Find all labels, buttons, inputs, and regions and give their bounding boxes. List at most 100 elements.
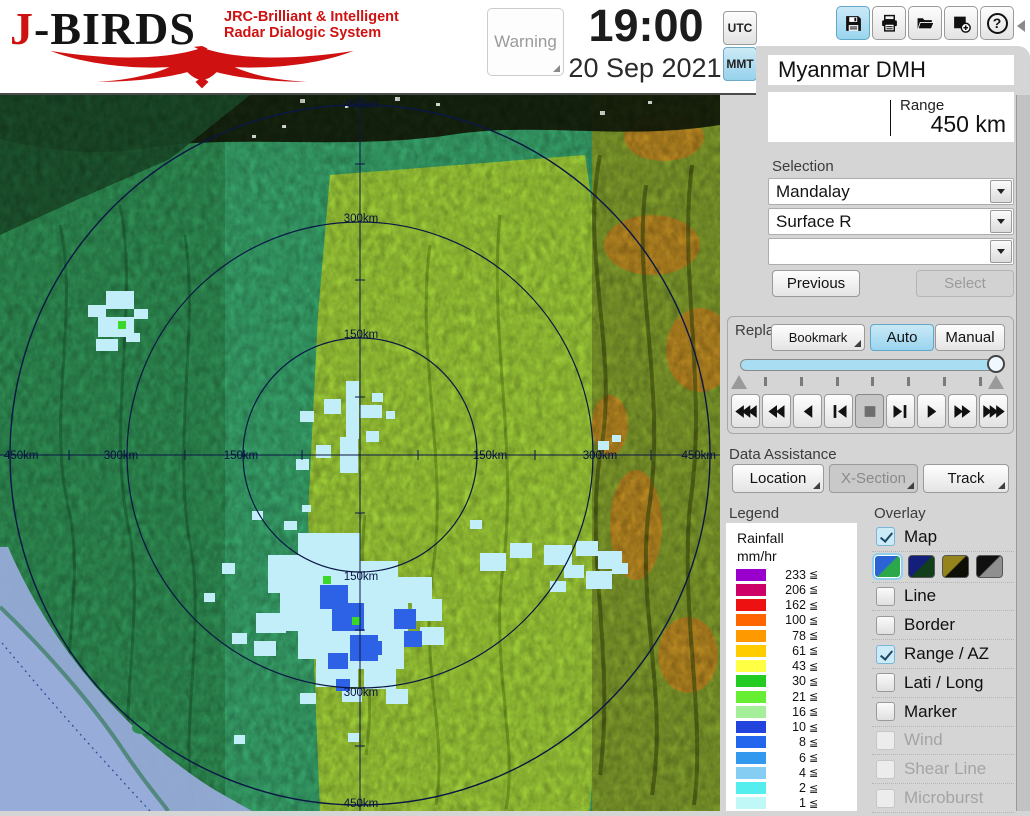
clock-time: 19:00 <box>588 0 704 51</box>
bookmark-button[interactable]: Bookmark <box>771 324 865 351</box>
station-title: Myanmar DMH <box>768 55 1014 85</box>
playback-fwd3-button[interactable] <box>979 394 1008 428</box>
select-button[interactable]: Select <box>916 270 1014 297</box>
overlay-item-label: Marker <box>904 701 957 721</box>
overlay-item-label: Line <box>904 586 937 606</box>
overlay-row-microburst: Microburst <box>872 784 1014 813</box>
legend-row: 43 ≦ <box>726 659 857 674</box>
playback-rew3-button[interactable] <box>731 394 760 428</box>
legend-operator: ≦ <box>809 584 819 597</box>
playback-fwd2-icon <box>953 404 970 418</box>
legend-value: 233 <box>785 567 806 582</box>
overlay-row-line: Line <box>872 583 1014 612</box>
overlay-row-wind: Wind <box>872 727 1014 756</box>
help-icon: ? <box>986 12 1008 34</box>
legend-value: 30 <box>792 674 806 689</box>
legend-row: 78 ≦ <box>726 628 857 643</box>
legend-value: 10 <box>792 720 806 735</box>
save-icon <box>845 15 861 31</box>
overlay-checkbox-map[interactable] <box>876 527 895 547</box>
overlay-checkbox-wind <box>876 730 895 750</box>
overlay-checkbox-range-az[interactable] <box>876 644 895 664</box>
playback-playL-button[interactable] <box>793 394 822 428</box>
legend-color-swatch <box>736 797 766 810</box>
location-button[interactable]: Location <box>732 464 824 493</box>
legend-operator: ≦ <box>809 797 819 810</box>
slider-tick <box>943 377 947 386</box>
legend-row: 100 ≦ <box>726 613 857 628</box>
chevron-down-icon[interactable] <box>990 180 1012 203</box>
map-style-swatch[interactable] <box>908 555 935 579</box>
map-style-swatch[interactable] <box>942 555 969 579</box>
replay-range-start-marker[interactable] <box>731 375 747 389</box>
previous-button[interactable]: Previous <box>772 270 860 297</box>
legend-operator: ≦ <box>809 645 819 658</box>
save-button[interactable] <box>836 6 870 40</box>
overlay-checkbox-line[interactable] <box>876 586 895 606</box>
range-ring-label: 450km <box>681 450 716 462</box>
playback-rew2-button[interactable] <box>762 394 791 428</box>
open-folder-icon <box>917 17 935 29</box>
replay-slider-handle[interactable] <box>987 355 1005 373</box>
legend-row: 8 ≦ <box>726 735 857 750</box>
option-dropdown[interactable] <box>768 238 1014 265</box>
site-dropdown-value: Mandalay <box>776 181 850 201</box>
map-style-row <box>872 552 1014 583</box>
panel-scrollbar[interactable] <box>1016 95 1030 811</box>
legend-value: 16 <box>792 704 806 719</box>
overlay-checkbox-lati-long[interactable] <box>876 673 895 693</box>
legend-color-swatch <box>736 629 766 642</box>
open-folder-button[interactable] <box>908 6 942 40</box>
overlay-checkbox-shear-line <box>876 759 895 779</box>
legend-color-swatch <box>736 583 766 596</box>
replay-slider-track[interactable] <box>740 359 1002 371</box>
mmt-button[interactable]: MMT <box>723 47 757 81</box>
legend-color-swatch <box>736 736 766 749</box>
replay-range-end-marker[interactable] <box>988 375 1004 389</box>
legend-value: 162 <box>785 598 806 613</box>
playback-rew3-icon <box>734 404 757 418</box>
panel-collapse-icon[interactable] <box>1017 20 1025 32</box>
range-ring-label: 300km <box>344 213 379 225</box>
playback-playR-button[interactable] <box>917 394 946 428</box>
radar-map-canvas[interactable]: 450km 300km 150km 150km 300km 450km 450km 300km… <box>0 95 734 813</box>
map-style-swatch[interactable] <box>976 555 1003 579</box>
legend-panel: Rainfall mm/hr 233 ≦ 206 ≦ 162 ≦ 100 ≦ 78 ≦ 61 ≦ 43 ≦… <box>726 523 857 811</box>
legend-operator: ≦ <box>809 614 819 627</box>
overlay-checkbox-border[interactable] <box>876 615 895 635</box>
playback-fwd2-button[interactable] <box>948 394 977 428</box>
x-section-button[interactable]: X-Section <box>829 464 918 493</box>
manual-button[interactable]: Manual <box>935 324 1005 351</box>
legend-row: 162 ≦ <box>726 598 857 613</box>
playback-stop-button[interactable] <box>855 394 884 428</box>
legend-value: 206 <box>785 582 806 597</box>
legend-row: 6 ≦ <box>726 750 857 765</box>
range-divider <box>890 100 891 136</box>
add-image-button[interactable] <box>944 6 978 40</box>
eagle-icon <box>50 46 354 89</box>
chevron-down-icon[interactable] <box>990 210 1012 233</box>
help-button[interactable]: ? <box>980 6 1014 40</box>
map-style-swatch[interactable] <box>872 553 903 581</box>
range-ring-label: 450km <box>344 798 379 810</box>
warning-button[interactable]: Warning <box>487 8 564 76</box>
utc-button[interactable]: UTC <box>723 11 757 45</box>
clock-date: 20 Sep 2021 <box>568 53 722 83</box>
track-button[interactable]: Track <box>923 464 1009 493</box>
site-dropdown[interactable]: Mandalay <box>768 178 1014 205</box>
overlay-checkbox-marker[interactable] <box>876 702 895 722</box>
legend-row: 21 ≦ <box>726 689 857 704</box>
playback-stepR-button[interactable] <box>886 394 915 428</box>
legend-color-swatch <box>736 660 766 673</box>
print-button[interactable] <box>872 6 906 40</box>
radar-map[interactable]: 450km 300km 150km 150km 300km 450km 450km 300km… <box>0 95 734 813</box>
legend-value: 6 <box>799 750 806 765</box>
chevron-down-icon[interactable] <box>990 240 1012 263</box>
legend-row: 2 ≦ <box>726 781 857 796</box>
auto-button[interactable]: Auto <box>870 324 934 351</box>
legend-operator: ≦ <box>809 691 819 704</box>
playback-stepL-button[interactable] <box>824 394 853 428</box>
legend-color-swatch <box>736 675 766 688</box>
product-dropdown[interactable]: Surface R <box>768 208 1014 235</box>
legend-color-swatch <box>736 766 766 779</box>
